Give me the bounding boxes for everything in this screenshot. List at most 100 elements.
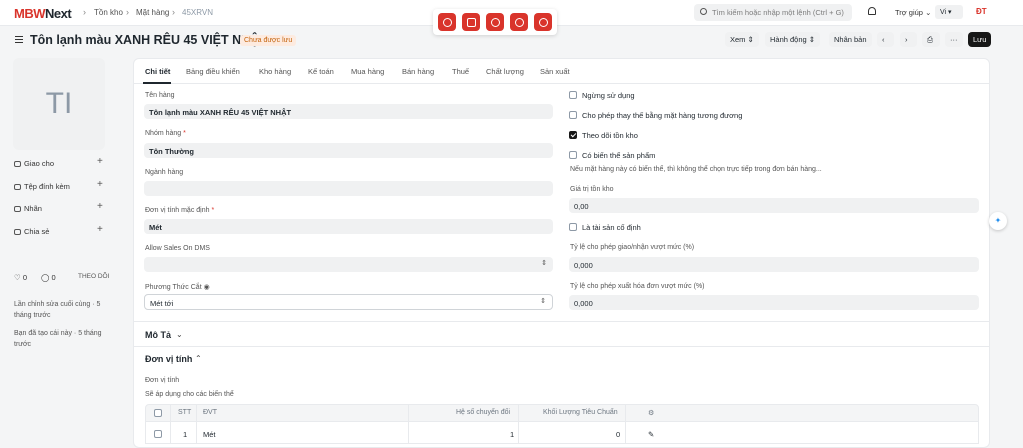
- actions-menu-button[interactable]: Hành động ⇕: [765, 32, 821, 47]
- chevron-down-icon[interactable]: ⌄: [176, 330, 183, 339]
- uom-section-title[interactable]: Đơn vị tính: [145, 354, 192, 364]
- breadcrumb-stock[interactable]: Tồn kho: [94, 8, 123, 17]
- help-menu[interactable]: Trợ giúp ⌄: [895, 8, 931, 17]
- tab-accounting[interactable]: Kế toán: [308, 67, 334, 76]
- sidebar-tags[interactable]: Nhãn: [14, 204, 42, 213]
- column-settings-icon[interactable]: ⚙: [648, 409, 654, 417]
- tab-details[interactable]: Chi tiết: [145, 67, 170, 76]
- disabled-checkbox[interactable]: [569, 91, 577, 99]
- cut-method-label: Phương Thức Cắt ◉: [145, 284, 210, 291]
- row-factor[interactable]: 1: [510, 430, 514, 439]
- item-image-placeholder[interactable]: TI: [13, 58, 105, 150]
- language-select[interactable]: Vi ▾: [935, 5, 963, 19]
- industry-label: Ngành hàng: [145, 169, 184, 176]
- tab-quality[interactable]: Chất lượng: [486, 67, 524, 76]
- app-1-icon[interactable]: [438, 13, 456, 31]
- app-3-icon[interactable]: [486, 13, 504, 31]
- app-4-icon[interactable]: [510, 13, 528, 31]
- sidebar-toggle-icon[interactable]: [15, 36, 23, 43]
- select-all-checkbox[interactable]: [154, 409, 162, 417]
- more-menu-icon[interactable]: ···: [945, 32, 963, 47]
- table-row[interactable]: [145, 422, 979, 444]
- active-tab-indicator: [143, 82, 171, 84]
- over-billing-label: Tỷ lệ cho phép xuất hóa đơn vượt mức (%): [570, 283, 705, 290]
- has-variants-checkbox[interactable]: [569, 151, 577, 159]
- breadcrumb-separator-icon: ›: [83, 7, 86, 17]
- tab-purchasing[interactable]: Mua hàng: [351, 67, 384, 76]
- description-section-title[interactable]: Mô Tả: [145, 330, 171, 340]
- view-menu-button[interactable]: Xem ⇕: [725, 32, 759, 47]
- row-idx: 1: [183, 430, 188, 439]
- row-weight[interactable]: 0: [616, 430, 620, 439]
- sidebar-assign[interactable]: Giao cho: [14, 159, 54, 168]
- fixed-asset-checkbox[interactable]: [569, 223, 577, 231]
- industry-input[interactable]: [144, 181, 553, 196]
- edit-row-icon[interactable]: ✎: [648, 430, 654, 439]
- assign-icon: [14, 161, 21, 167]
- valuation-input[interactable]: 0,00: [569, 198, 979, 213]
- item-group-label: Nhóm hàng *: [145, 130, 186, 137]
- item-name-label: Tên hàng: [145, 92, 175, 99]
- tab-manufacturing[interactable]: Sản xuất: [540, 67, 570, 76]
- item-name-input[interactable]: Tôn lạnh màu XANH RÊU 45 VIỆT NHẬT: [144, 104, 553, 119]
- section-divider: [133, 321, 990, 322]
- tab-sales[interactable]: Bán hàng: [402, 67, 434, 76]
- floating-assistant-icon[interactable]: ✦: [989, 212, 1007, 230]
- duplicate-button[interactable]: Nhân bản: [829, 32, 872, 47]
- save-button[interactable]: Lưu: [968, 32, 992, 47]
- prev-doc-button[interactable]: ‹: [877, 32, 894, 47]
- app-2-icon[interactable]: [462, 13, 480, 31]
- add-tag-icon[interactable]: +: [97, 201, 103, 212]
- allow-alternative-label: Cho phép thay thế bằng mặt hàng tương đư…: [582, 111, 743, 120]
- notification-bell-icon[interactable]: [868, 7, 876, 15]
- section-divider: [133, 346, 990, 347]
- over-delivery-input[interactable]: 0,000: [569, 257, 979, 272]
- user-avatar[interactable]: ĐT: [976, 7, 987, 16]
- app-5-icon[interactable]: [534, 13, 552, 31]
- breadcrumb-separator-icon: ›: [126, 7, 129, 17]
- tab-tax[interactable]: Thuế: [452, 67, 469, 76]
- page-title: Tôn lạnh màu XANH RÊU 45 VIỆT NHẬT: [30, 33, 267, 47]
- breadcrumb-current: 45XRVN: [182, 8, 213, 17]
- table-divider: [625, 404, 626, 444]
- share-icon: [14, 229, 21, 235]
- chevron-up-icon[interactable]: ⌃: [195, 354, 202, 363]
- tab-dashboard[interactable]: Bảng điều khiển: [186, 67, 240, 76]
- tag-icon: [14, 206, 21, 212]
- add-attachment-icon[interactable]: +: [97, 179, 103, 190]
- valuation-label: Giá trị tồn kho: [570, 186, 614, 193]
- breadcrumb-item[interactable]: Mặt hàng: [136, 8, 169, 17]
- uom-label: Đơn vị tính mặc định *: [145, 207, 215, 214]
- follow-button[interactable]: THEO DÕI: [78, 273, 109, 280]
- track-stock-checkbox[interactable]: [569, 131, 577, 139]
- next-doc-button[interactable]: ›: [900, 32, 917, 47]
- uom-input[interactable]: Mét: [144, 219, 553, 234]
- sidebar-attachments[interactable]: Tệp đính kèm: [14, 182, 70, 191]
- sidebar-share[interactable]: Chia sẻ: [14, 227, 49, 236]
- add-share-icon[interactable]: +: [97, 224, 103, 235]
- table-divider: [408, 404, 409, 444]
- tab-inventory[interactable]: Kho hàng: [259, 67, 291, 76]
- print-icon[interactable]: ⎙: [922, 32, 940, 47]
- over-billing-input[interactable]: 0,000: [569, 295, 979, 310]
- track-stock-label: Theo dõi tồn kho: [582, 131, 638, 140]
- fixed-asset-label: Là tài sản cố định: [582, 223, 641, 232]
- item-group-input[interactable]: Tôn Thường: [144, 143, 553, 158]
- allow-sales-select[interactable]: ⇕: [144, 257, 553, 272]
- cut-method-select[interactable]: Mét tới ⇕: [144, 294, 553, 310]
- status-badge: Chưa được lưu: [240, 35, 297, 46]
- row-uom[interactable]: Mét: [203, 430, 216, 439]
- comment-count[interactable]: ◯ 0: [41, 273, 56, 282]
- like-count[interactable]: ♡ 0: [14, 273, 27, 282]
- row-checkbox[interactable]: [154, 430, 162, 438]
- search-input[interactable]: Tìm kiếm hoặc nhập một lệnh (Ctrl + G): [694, 4, 852, 21]
- column-header-weight: Khối Lượng Tiêu Chuẩn: [543, 409, 618, 416]
- disabled-label: Ngừng sử dụng: [582, 91, 635, 100]
- search-icon: [700, 8, 707, 15]
- quick-apps-bar: [433, 9, 557, 35]
- add-assign-icon[interactable]: +: [97, 156, 103, 167]
- app-logo[interactable]: MBWNext: [14, 6, 72, 21]
- allow-alternative-checkbox[interactable]: [569, 111, 577, 119]
- uom-table-note: Sẽ áp dụng cho các biến thể: [145, 391, 234, 398]
- column-header-idx: STT: [178, 409, 192, 416]
